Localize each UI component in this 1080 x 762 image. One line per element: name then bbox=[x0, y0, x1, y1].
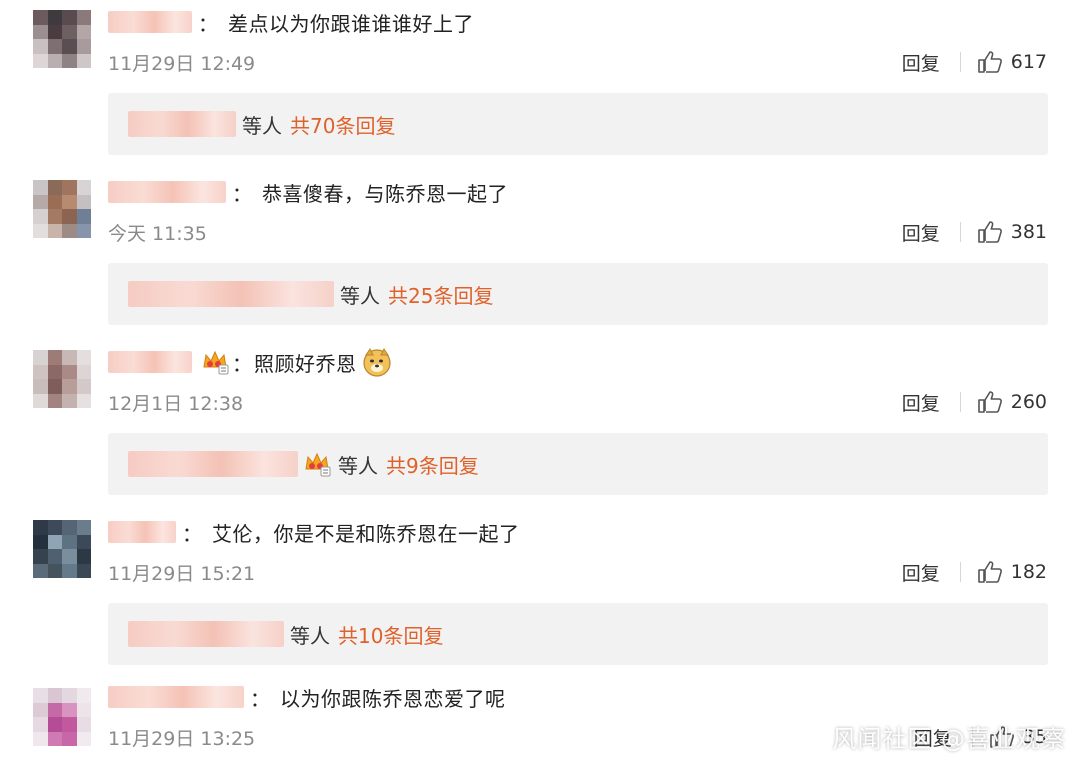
colon: ： bbox=[198, 11, 218, 36]
avatar[interactable] bbox=[33, 688, 91, 746]
thumbs-up-icon bbox=[977, 51, 1002, 73]
divider bbox=[959, 562, 961, 582]
like-count: 260 bbox=[1010, 391, 1047, 413]
reply-button[interactable]: 回复 bbox=[902, 219, 940, 246]
colon: ： bbox=[182, 521, 202, 546]
reply-users-blurred bbox=[128, 111, 236, 137]
username-blurred[interactable] bbox=[108, 686, 244, 708]
like-button[interactable]: 182 bbox=[977, 560, 1047, 584]
like-count: 617 bbox=[1010, 51, 1047, 73]
colon: ： bbox=[232, 351, 252, 376]
reply-count-link[interactable]: 共9条回复 bbox=[386, 450, 479, 479]
reply-who: 等人 bbox=[338, 453, 378, 478]
thumbs-up-icon bbox=[977, 561, 1002, 583]
avatar[interactable] bbox=[33, 520, 91, 578]
divider bbox=[959, 222, 961, 242]
username-blurred[interactable] bbox=[108, 521, 176, 543]
reply-who: 等人 bbox=[290, 623, 330, 648]
divider bbox=[959, 392, 961, 412]
reply-button[interactable]: 回复 bbox=[902, 389, 940, 416]
colon: ： bbox=[250, 686, 270, 711]
watermark: 风闻社区 @喜业观察 bbox=[832, 725, 1066, 753]
like-button[interactable]: 381 bbox=[977, 220, 1047, 244]
reply-count-link[interactable]: 共70条回复 bbox=[290, 110, 395, 139]
comment-time: 12月1日 12:38 bbox=[108, 392, 244, 415]
comment-text: 艾伦，你是不是和陈乔恩在一起了 bbox=[212, 521, 520, 546]
reply-button[interactable]: 回复 bbox=[902, 49, 940, 76]
reply-users-blurred bbox=[128, 451, 298, 477]
thumbs-up-icon bbox=[977, 391, 1002, 413]
vip-crown-icon bbox=[305, 452, 331, 477]
comment-time: 11月29日 13:25 bbox=[108, 727, 256, 750]
avatar[interactable] bbox=[33, 10, 91, 68]
comment-text: 以为你跟陈乔恩恋爱了呢 bbox=[280, 686, 506, 711]
reply-thread[interactable]: 等人 共10条回复 bbox=[108, 603, 1048, 665]
comment-list: ： 差点以为你跟谁谁谁好上了 11月29日 12:49 回复 617 等人 共7… bbox=[0, 0, 1080, 762]
username-blurred[interactable] bbox=[108, 11, 192, 33]
like-button[interactable]: 260 bbox=[977, 390, 1047, 414]
reply-who: 等人 bbox=[340, 283, 380, 308]
reply-thread[interactable]: 等人 共25条回复 bbox=[108, 263, 1048, 325]
reply-count-link[interactable]: 共25条回复 bbox=[388, 280, 493, 309]
comment-text: 差点以为你跟谁谁谁好上了 bbox=[228, 11, 474, 36]
reply-count-link[interactable]: 共10条回复 bbox=[338, 620, 443, 649]
doge-emoji-icon bbox=[362, 348, 391, 377]
like-count: 381 bbox=[1010, 221, 1047, 243]
like-button[interactable]: 617 bbox=[977, 50, 1047, 74]
reply-users-blurred bbox=[128, 621, 284, 647]
divider bbox=[959, 52, 961, 72]
like-count: 182 bbox=[1010, 561, 1047, 583]
comment-time: 11月29日 15:21 bbox=[108, 562, 256, 585]
username-blurred[interactable] bbox=[108, 181, 226, 203]
comment-time: 11月29日 12:49 bbox=[108, 52, 256, 75]
avatar[interactable] bbox=[33, 180, 91, 238]
reply-who: 等人 bbox=[242, 113, 282, 138]
vip-crown-icon bbox=[203, 350, 229, 375]
comment-time: 今天 11:35 bbox=[108, 222, 207, 245]
comment-text: 照顾好乔恩 bbox=[254, 351, 357, 376]
colon: ： bbox=[232, 181, 252, 206]
reply-users-blurred bbox=[128, 281, 334, 307]
avatar[interactable] bbox=[33, 350, 91, 408]
comment-text: 恭喜傻春，与陈乔恩一起了 bbox=[262, 181, 508, 206]
reply-button[interactable]: 回复 bbox=[902, 559, 940, 586]
thumbs-up-icon bbox=[977, 221, 1002, 243]
username-blurred[interactable] bbox=[108, 351, 192, 373]
reply-thread[interactable]: 等人 共9条回复 bbox=[108, 433, 1048, 495]
reply-thread[interactable]: 等人 共70条回复 bbox=[108, 93, 1048, 155]
